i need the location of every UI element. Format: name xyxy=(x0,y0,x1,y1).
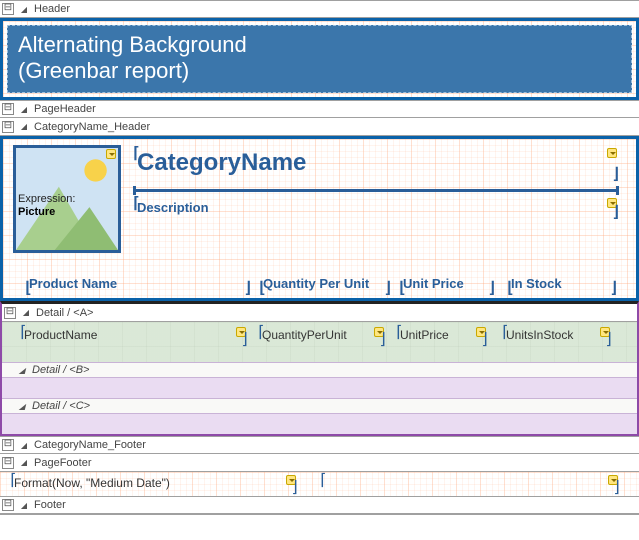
unitprice-field[interactable]: UnitPrice xyxy=(396,326,488,344)
category-name-field[interactable]: CategoryName xyxy=(133,147,619,179)
section-band-detail-b[interactable]: Detail / <B> xyxy=(2,362,637,378)
separator-line[interactable] xyxy=(133,189,619,192)
collapse-icon[interactable] xyxy=(2,3,14,15)
expand-icon[interactable] xyxy=(18,3,30,15)
design-surface-detail-c[interactable] xyxy=(2,414,637,434)
smart-tag-icon[interactable] xyxy=(608,475,618,485)
col-productname-label[interactable]: Product Name xyxy=(25,273,251,293)
smart-tag-icon[interactable] xyxy=(600,327,610,337)
expand-icon[interactable] xyxy=(18,499,30,511)
smart-tag-icon[interactable] xyxy=(374,327,384,337)
collapse-icon[interactable] xyxy=(4,307,16,319)
collapse-icon[interactable] xyxy=(2,121,14,133)
collapse-icon[interactable] xyxy=(2,439,14,451)
smart-tag-icon[interactable] xyxy=(106,149,116,159)
section-band-pageheader[interactable]: PageHeader xyxy=(0,100,639,118)
col-instock-label[interactable]: In Stock xyxy=(507,273,617,293)
section-band-detail[interactable]: Detail / <A> xyxy=(2,304,637,322)
col-qtyperunit-label[interactable]: Quantity Per Unit xyxy=(259,273,391,293)
expand-icon[interactable] xyxy=(18,121,30,133)
qtyperunit-field[interactable]: QuantityPerUnit xyxy=(258,326,386,344)
section-band-detail-c[interactable]: Detail / <C> xyxy=(2,398,637,414)
picture-control[interactable]: Expression: Picture xyxy=(13,145,121,253)
collapse-icon[interactable] xyxy=(2,499,14,511)
section-label: Header xyxy=(34,3,70,15)
section-band-header[interactable]: Header xyxy=(0,0,639,18)
col-unitprice-label[interactable]: Unit Price xyxy=(399,273,495,293)
design-surface-catheader[interactable]: Expression: Picture CategoryName Descrip… xyxy=(0,136,639,301)
smart-tag-icon[interactable] xyxy=(236,327,246,337)
title-line-2: (Greenbar report) xyxy=(18,58,621,84)
description-field[interactable]: Description xyxy=(133,197,619,217)
smart-tag-icon[interactable] xyxy=(286,475,296,485)
expand-icon[interactable] xyxy=(20,307,32,319)
smart-tag-icon[interactable] xyxy=(607,148,617,158)
section-label: PageHeader xyxy=(34,103,96,115)
productname-field[interactable]: ProductName xyxy=(20,326,248,344)
empty-field[interactable] xyxy=(320,474,620,492)
section-label: Detail / <A> xyxy=(36,307,93,319)
unitsinstock-field[interactable]: UnitsInStock xyxy=(502,326,612,344)
smart-tag-icon[interactable] xyxy=(476,327,486,337)
section-band-footer[interactable]: Footer xyxy=(0,496,639,514)
design-surface-detail-b[interactable] xyxy=(2,378,637,398)
section-band-catfooter[interactable]: CategoryName_Footer xyxy=(0,436,639,454)
section-label: Footer xyxy=(34,499,66,511)
section-band-catheader[interactable]: CategoryName_Header xyxy=(0,118,639,136)
section-label: CategoryName_Header xyxy=(34,121,150,133)
smart-tag-icon[interactable] xyxy=(607,198,617,208)
expression-label: Expression: xyxy=(18,193,75,205)
expand-icon[interactable] xyxy=(16,364,28,376)
report-title-block[interactable]: Alternating Background (Greenbar report) xyxy=(7,25,632,93)
detail-group: Detail / <A> ProductName QuantityPerUnit… xyxy=(0,301,639,436)
section-label: PageFooter xyxy=(34,457,91,469)
date-expression-field[interactable]: Format(Now, "Medium Date") xyxy=(10,474,298,492)
collapse-icon[interactable] xyxy=(2,457,14,469)
design-surface-header[interactable]: Alternating Background (Greenbar report) xyxy=(0,18,639,100)
collapse-icon[interactable] xyxy=(2,103,14,115)
section-label: CategoryName_Footer xyxy=(34,439,146,451)
design-surface-pagefooter[interactable]: Format(Now, "Medium Date") xyxy=(0,472,639,496)
design-surface-detail-a[interactable]: ProductName QuantityPerUnit UnitPrice Un… xyxy=(2,322,637,362)
footer-separator xyxy=(0,514,639,516)
expand-icon[interactable] xyxy=(18,457,30,469)
expand-icon[interactable] xyxy=(18,103,30,115)
expand-icon[interactable] xyxy=(16,400,28,412)
title-line-1: Alternating Background xyxy=(18,32,621,58)
expand-icon[interactable] xyxy=(18,439,30,451)
expression-value: Picture xyxy=(18,206,55,218)
